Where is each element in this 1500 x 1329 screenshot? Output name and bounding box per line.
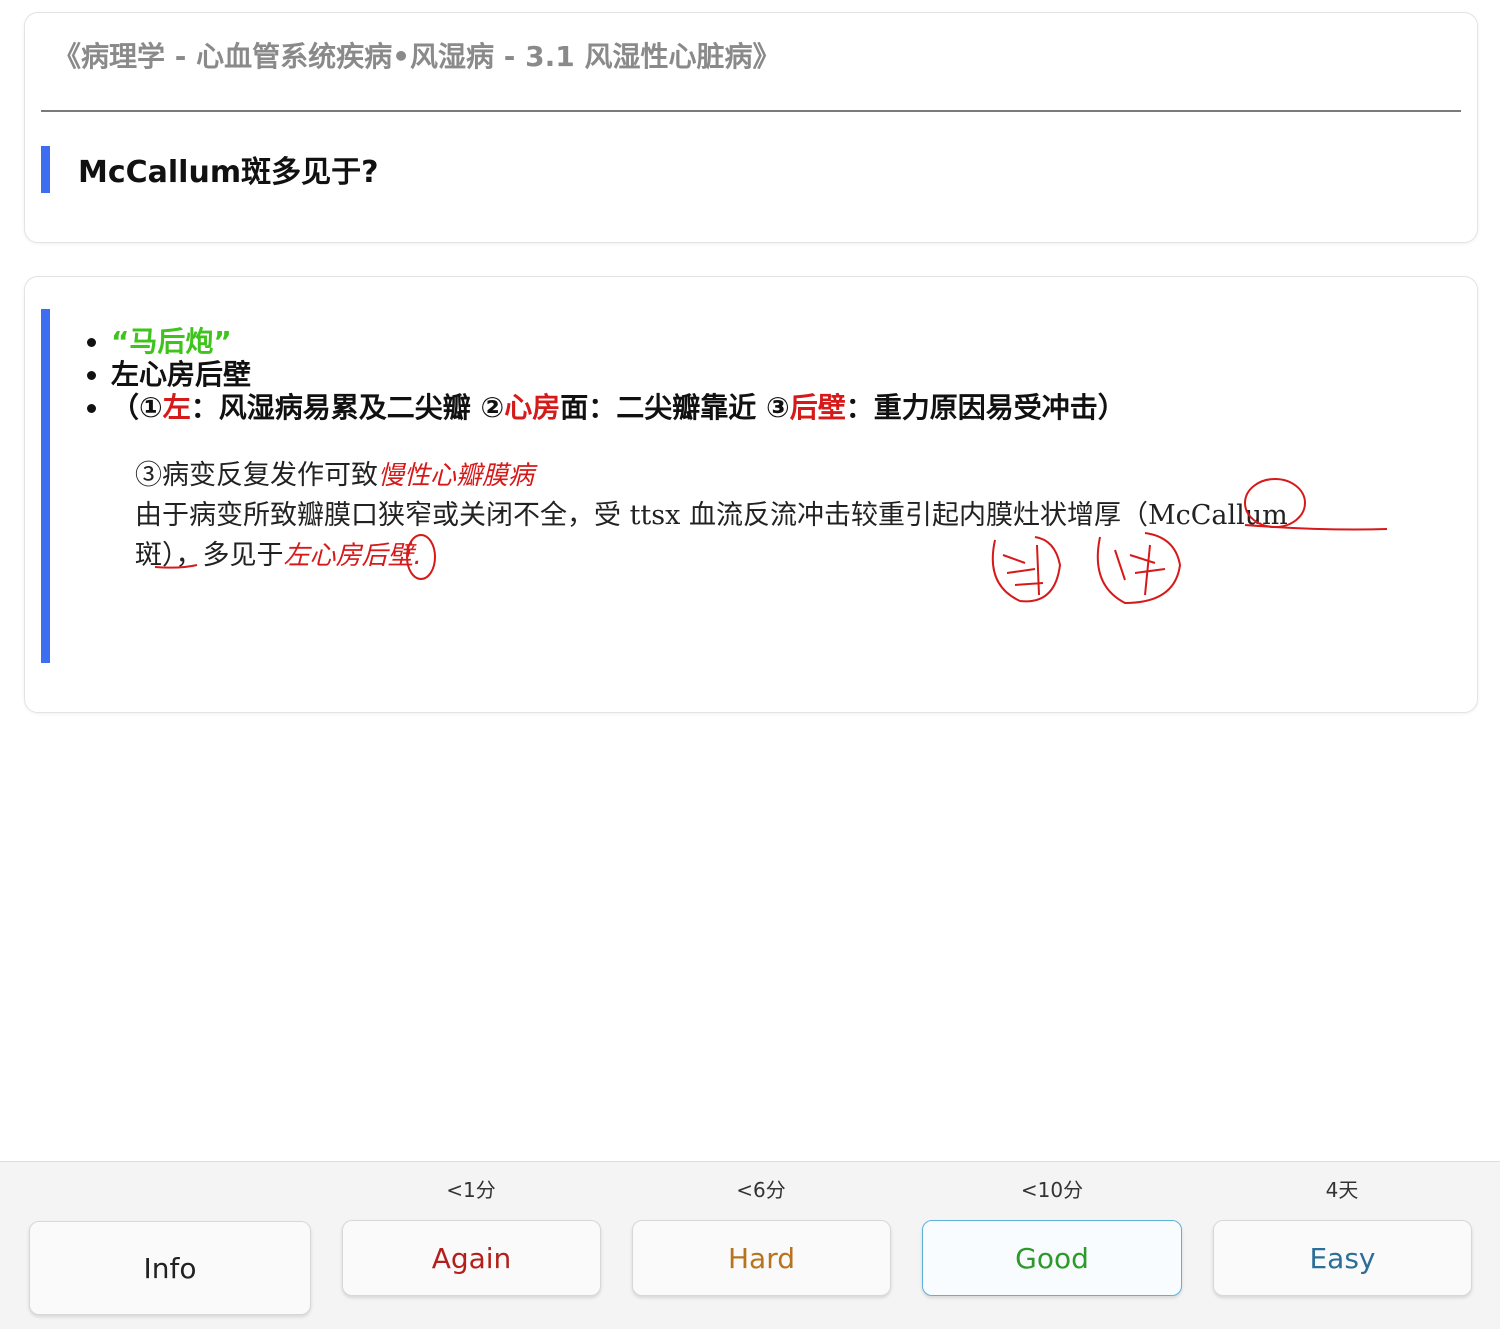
note-text: ③病变反复发作可致 (135, 460, 378, 491)
note-line-1: ③病变反复发作可致慢性心瓣膜病 (135, 453, 534, 492)
explanation-part: （① (111, 391, 163, 424)
note-text: 斑），多见于 (135, 540, 284, 571)
handwritten-note: 左心房后壁. (283, 541, 422, 571)
hard-button[interactable]: Hard (632, 1220, 891, 1296)
answer-item-explanation: （①左：风湿病易累及二尖瓣 ②心房面：二尖瓣靠近 ③后壁：重力原因易受冲击） (111, 391, 1126, 424)
hard-interval: <6分 (736, 1178, 786, 1202)
question-card: 《病理学 - 心血管系统疾病•风湿病 - 3.1 风湿性心脏病》 McCallu… (24, 12, 1478, 243)
question-accent-bar (41, 146, 50, 193)
easy-button[interactable]: Easy (1213, 1220, 1472, 1296)
explanation-highlight: 心房 (504, 391, 561, 424)
explanation-part: ：风湿病易累及二尖瓣 ② (190, 391, 505, 424)
title-divider (41, 110, 1461, 112)
annotated-textbook-image: ③病变反复发作可致慢性心瓣膜病 由于病变所致瓣膜口狭窄或关闭不全，受 ttsx … (125, 445, 1425, 615)
again-interval: <1分 (446, 1178, 496, 1202)
answer-list: “马后炮” 左心房后壁 （①左：风湿病易累及二尖瓣 ②心房面：二尖瓣靠近 ③后壁… (79, 325, 1126, 424)
review-footer: <1分 <6分 <10分 4天 Info Again Hard Good Eas… (0, 1161, 1500, 1329)
explanation-part: 面：二尖瓣靠近 ③ (560, 391, 790, 424)
mnemonic-text: “马后炮” (111, 325, 232, 358)
again-button[interactable]: Again (342, 1220, 601, 1296)
note-line-2: 由于病变所致瓣膜口狭窄或关闭不全，受 ttsx 血流反流冲击较重引起内膜灶状增厚… (135, 500, 1288, 531)
handwritten-note: 慢性心瓣膜病 (378, 461, 535, 491)
explanation-part: ：重力原因易受冲击） (845, 391, 1126, 424)
answer-item-location: 左心房后壁 (111, 358, 1126, 391)
question-text: McCallum斑多见于? (78, 155, 379, 190)
note-line-3: 斑），多见于左心房后壁. (135, 533, 422, 572)
good-button[interactable]: Good (922, 1220, 1182, 1296)
deck-title: 《病理学 - 心血管系统疾病•风湿病 - 3.1 风湿性心脏病》 (53, 40, 781, 73)
answer-card: “马后炮” 左心房后壁 （①左：风湿病易累及二尖瓣 ②心房面：二尖瓣靠近 ③后壁… (24, 276, 1478, 713)
info-button[interactable]: Info (29, 1221, 311, 1315)
easy-interval: 4天 (1325, 1178, 1359, 1202)
explanation-highlight: 后壁 (789, 391, 846, 424)
answer-accent-bar (41, 309, 50, 663)
good-interval: <10分 (1020, 1178, 1084, 1202)
answer-item-mnemonic: “马后炮” (111, 325, 1126, 358)
explanation-highlight: 左 (162, 391, 191, 424)
